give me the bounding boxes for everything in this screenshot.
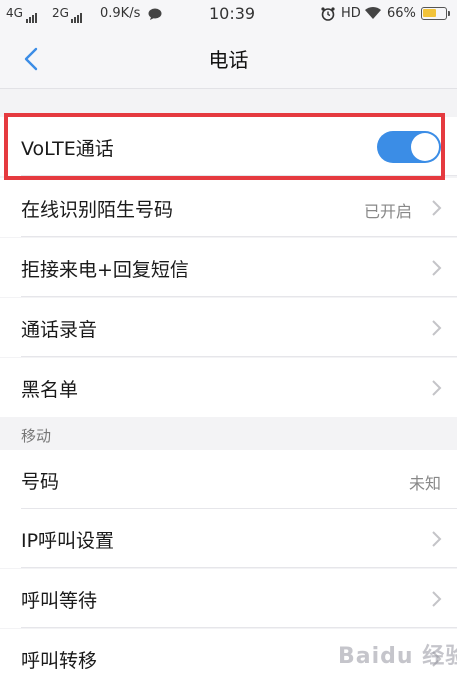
nav-bar: 电话 (0, 30, 457, 89)
alarm-icon (321, 7, 335, 25)
setting-row-reject-reply[interactable]: 拒接来电+回复短信 (0, 238, 457, 297)
network-type-2: 2G (52, 6, 69, 20)
setting-label: 号码 (21, 471, 60, 493)
section-title: 移动 (21, 427, 52, 445)
battery-icon (421, 7, 450, 20)
network-type-1: 4G (6, 6, 23, 20)
setting-label: 黑名单 (21, 379, 79, 401)
setting-row-call-waiting[interactable]: 呼叫等待 (0, 569, 457, 628)
setting-row-blacklist[interactable]: 黑名单 (0, 358, 457, 417)
setting-value: 已开启 (363, 202, 412, 221)
chevron-right-icon (432, 200, 442, 216)
setting-label: IP呼叫设置 (21, 530, 115, 552)
divider (21, 296, 457, 297)
setting-row-call-recording[interactable]: 通话录音 (0, 298, 457, 357)
battery-percent: 66% (387, 6, 416, 21)
wifi-icon (364, 6, 382, 24)
divider (21, 175, 457, 176)
signal-icon-2 (71, 8, 83, 23)
chevron-right-icon (432, 591, 442, 607)
divider (21, 236, 457, 237)
setting-value: 未知 (408, 474, 441, 493)
setting-row-identify-unknown[interactable]: 在线识别陌生号码 已开启 (0, 178, 457, 237)
divider (21, 567, 457, 568)
hd-badge: HD (341, 6, 361, 21)
setting-row-number[interactable]: 号码 未知 (0, 450, 457, 509)
setting-label: 拒接来电+回复短信 (21, 259, 189, 281)
clock: 10:39 (209, 4, 256, 23)
setting-label: 呼叫转移 (21, 650, 98, 672)
section-header-mobile: 移动 (0, 419, 457, 450)
page-title: 电话 (208, 48, 249, 72)
setting-label: VoLTE通话 (21, 138, 114, 160)
setting-label: 通话录音 (21, 319, 98, 341)
setting-row-ip-call[interactable]: IP呼叫设置 (0, 509, 457, 568)
chevron-right-icon (432, 531, 442, 547)
toggle-knob (411, 133, 439, 161)
divider (21, 356, 457, 357)
divider (21, 627, 457, 628)
signal-icon-1 (26, 8, 38, 23)
setting-label: 在线识别陌生号码 (21, 199, 174, 221)
status-bar: 4G 2G 0.9K/s 10:39 HD 66% (0, 0, 457, 30)
chevron-right-icon (432, 380, 442, 396)
volte-toggle[interactable] (377, 131, 441, 163)
setting-label: 呼叫等待 (21, 590, 98, 612)
chevron-right-icon (432, 260, 442, 276)
chevron-right-icon (432, 320, 442, 336)
message-icon (148, 8, 162, 24)
network-speed: 0.9K/s (100, 6, 141, 21)
baidu-watermark: Baidu 经验 (338, 644, 457, 669)
